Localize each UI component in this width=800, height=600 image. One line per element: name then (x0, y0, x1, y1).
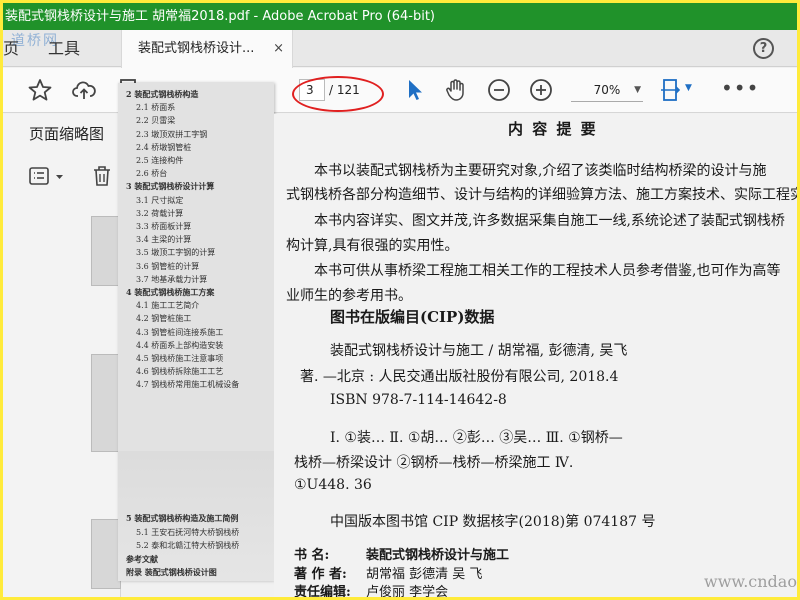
toc-entry: 3.4 主梁的计算 (136, 235, 192, 245)
toc-entry: 5.2 泰和北赣江特大桥钢栈桥 (136, 541, 240, 550)
toc-entry: 2.6 桥台 (136, 169, 168, 179)
toc-entry: 4.4 桥面系上部构造安装 (136, 340, 224, 350)
toc-entry: 3.3 桥面板计算 (136, 222, 192, 231)
toc-entry: 4.6 钢栈桥拆除施工工艺 (136, 367, 224, 377)
paragraph-line: 式钢栈桥各部分构造细节、设计与结构的详细验算方法、施工方案技术、实际工程实 (286, 187, 797, 203)
editor-value: 卢俊丽 李学会 (366, 585, 449, 597)
page-fit-icon[interactable] (659, 77, 685, 103)
select-arrow-icon[interactable] (401, 77, 427, 103)
trash-icon[interactable] (91, 164, 113, 188)
toc-entry: 5 装配式钢栈桥构造及施工简例 (126, 513, 239, 523)
toc-entry: 3.5 墩顶工字钢的计算 (136, 248, 216, 258)
toc-entry: 3.1 尺寸拟定 (136, 195, 184, 205)
panel-title: 页面缩略图 (29, 125, 105, 143)
tab-close-icon[interactable]: × (273, 30, 284, 67)
classification-line: ①U448. 36 (294, 477, 372, 493)
cloud-upload-icon[interactable] (71, 77, 97, 103)
book-name-value: 装配式钢栈桥设计与施工 (366, 548, 510, 563)
more-options-icon[interactable]: ••• (721, 76, 759, 100)
star-icon[interactable] (27, 77, 53, 103)
toc-page-overlay: 2 装配式钢栈桥构造 2.1 桥面系 2.2 贝雷梁 2.3 墩顶双拼工字钢 2.4 桥… (118, 83, 274, 581)
editor-label: 责任编辑: (294, 585, 351, 597)
window-title-bar: 装配式钢栈桥设计与施工 胡常福2018.pdf - Adobe Acrobat … (3, 3, 797, 30)
paragraph-line: 构计算,具有很强的实用性。 (286, 238, 459, 254)
zoom-out-icon[interactable] (486, 77, 512, 103)
page-number-highlight-ellipse (292, 76, 384, 112)
tab-label: 装配式钢栈桥设计... (138, 41, 255, 56)
tab-bar: 道桥网 页 工具 装配式钢栈桥设计... × ? (3, 30, 797, 68)
toc-entry: 3.6 钢管桩的计算 (136, 261, 200, 271)
summary-heading: 内 容 提 要 (508, 120, 598, 138)
menu-home[interactable]: 页 (3, 30, 19, 67)
toc-entry: 附录 装配式钢栈桥设计图 (126, 567, 217, 577)
toc-entry: 3.7 地基承载力计算 (136, 274, 208, 284)
page-fit-dropdown-icon[interactable]: ▼ (685, 83, 692, 93)
toc-entry: 2.1 桥面系 (136, 103, 176, 113)
toc-entry: 5.1 王安石抚河特大桥钢栈桥 (136, 527, 240, 537)
tab-document[interactable]: 装配式钢栈桥设计... × (121, 30, 293, 68)
cip-line: 著. —北京 : 人民交通出版社股份有限公司, 2018.4 (300, 369, 619, 385)
book-name-label: 书 名: (294, 548, 330, 563)
paragraph-line: 本书以装配式钢栈桥为主要研究对象,介绍了该类临时结构桥梁的设计与施 (314, 163, 767, 179)
zoom-level-value: 70% (593, 83, 621, 97)
thumbnail-options-icon[interactable] (29, 166, 69, 188)
page-thumbnail[interactable] (91, 519, 121, 589)
page-thumbnail[interactable] (91, 216, 121, 286)
toc-entry: 2.3 墩顶双拼工字钢 (136, 129, 208, 139)
isbn-line: ISBN 978-7-114-14642-8 (330, 392, 507, 408)
classification-line: Ⅰ. ①装… Ⅱ. ①胡… ②彭… ③吴… Ⅲ. ①钢桥— (330, 430, 623, 446)
document-page: 内 容 提 要 本书以装配式钢栈桥为主要研究对象,介绍了该类临时结构桥梁的设计与… (274, 114, 797, 597)
toc-entry: 4.7 钢栈桥常用施工机械设备 (136, 380, 240, 390)
classification-line: 栈桥—桥梁设计 ②钢桥—栈桥—桥梁施工 Ⅳ. (294, 455, 574, 471)
author-label: 著 作 者: (294, 567, 347, 582)
toc-entry: 4.5 钢栈桥施工注意事项 (136, 354, 224, 363)
hand-tool-icon[interactable] (443, 77, 469, 103)
toc-entry: 2.5 连接构件 (136, 156, 184, 165)
zoom-level-select[interactable]: 70% ▼ (571, 78, 643, 102)
toc-entry: 4 装配式钢栈桥施工方案 (126, 287, 215, 297)
toc-entry: 2 装配式钢栈桥构造 (126, 89, 199, 99)
cip-number-line: 中国版本图书馆 CIP 数据核字(2018)第 074187 号 (330, 514, 656, 530)
acrobat-window: 装配式钢栈桥设计与施工 胡常福2018.pdf - Adobe Acrobat … (3, 3, 797, 597)
paragraph-line: 业师生的参考用书。 (286, 288, 412, 304)
window-title: 装配式钢栈桥设计与施工 胡常福2018.pdf - Adobe Acrobat … (5, 9, 436, 24)
cip-title: 图书在版编目(CIP)数据 (330, 308, 495, 326)
toc-entry: 2.2 贝雷梁 (136, 116, 176, 126)
toc-entry: 4.3 钢管桩间连接系施工 (136, 327, 224, 337)
toc-entry: 参考文献 (126, 553, 158, 564)
site-url-watermark: www.cndao.com (704, 572, 797, 591)
page-thumbnail[interactable] (91, 354, 121, 452)
toc-entry: 4.2 钢管桩施工 (136, 314, 192, 324)
paragraph-line: 本书内容详实、图文并茂,许多数据采集自施工一线,系统论述了装配式钢栈桥 (314, 213, 785, 229)
help-icon[interactable]: ? (753, 38, 774, 59)
chevron-down-icon: ▼ (634, 85, 641, 95)
cip-line: 装配式钢栈桥设计与施工 / 胡常福, 彭德清, 吴飞 (330, 343, 628, 359)
page-thumbnails-panel: 页面缩略图 (3, 114, 121, 597)
zoom-in-icon[interactable] (528, 77, 554, 103)
toc-entry: 3.2 荷载计算 (136, 208, 184, 218)
toc-entry: 2.4 桥墩钢管桩 (136, 142, 192, 152)
paragraph-line: 本书可供从事桥梁工程施工相关工作的工程技术人员参考借鉴,也可作为高等 (314, 263, 781, 279)
toc-entry: 4.1 施工工艺简介 (136, 301, 200, 311)
toc-entry: 3 装配式钢栈桥设计计算 (126, 181, 215, 192)
author-value: 胡常福 彭德清 吴 飞 (366, 567, 483, 582)
menu-tools[interactable]: 工具 (48, 30, 80, 67)
